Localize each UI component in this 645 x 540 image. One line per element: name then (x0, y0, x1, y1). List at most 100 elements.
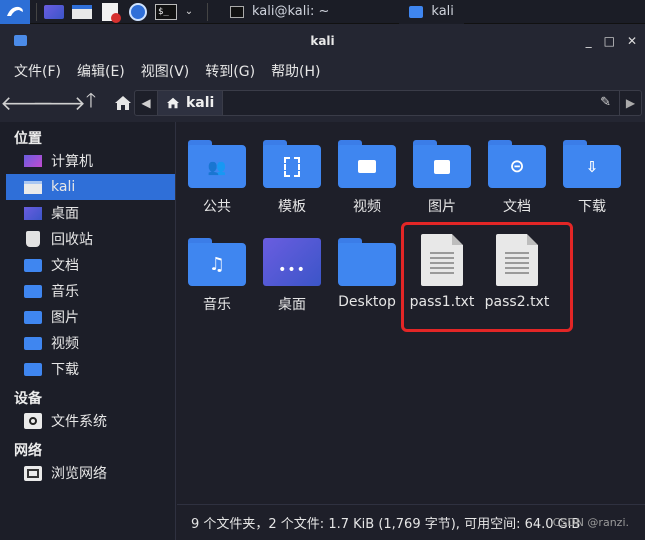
terminal-launcher-icon[interactable]: $_ (155, 3, 177, 21)
forward-button[interactable]: 🡒 (32, 90, 86, 116)
documents-icon (24, 258, 42, 272)
menu-view[interactable]: 视图(V) (141, 61, 190, 81)
menu-file[interactable]: 文件(F) (14, 61, 61, 81)
home-button[interactable] (110, 90, 136, 116)
menu-bar: 文件(F) 编辑(E) 视图(V) 转到(G) 帮助(H) (0, 58, 645, 84)
folder-icon (409, 5, 424, 18)
file-item-downloads[interactable]: ⇩ 下载 (557, 140, 627, 216)
trash-icon (24, 231, 42, 247)
sidebar-item-label: 视频 (51, 336, 79, 352)
terminal-icon (230, 5, 244, 18)
file-item-desktop-folder[interactable]: Desktop (332, 238, 402, 310)
path-bar: ◀ kali ✎ ▶ (134, 90, 642, 116)
pictures-icon (24, 310, 42, 324)
menu-edit[interactable]: 编辑(E) (77, 61, 125, 81)
text-editor-launcher-icon[interactable] (99, 2, 121, 23)
folder-public-icon: 👥 (188, 140, 246, 188)
folder-pictures-icon (413, 140, 471, 188)
path-scroll-left-icon[interactable]: ◀ (135, 96, 157, 110)
taskbar: $_ ⌄ kali@kali: ~ kali (0, 0, 645, 24)
web-browser-launcher-icon[interactable] (127, 2, 149, 21)
sidebar-item-label: 回收站 (51, 232, 93, 248)
minimize-button[interactable]: _ (586, 34, 592, 48)
window-title: kali (310, 34, 335, 48)
path-scroll-right-icon[interactable]: ▶ (619, 91, 641, 115)
window-titlebar[interactable]: kali _ □ ✕ (0, 24, 645, 58)
taskbar-separator (36, 2, 37, 21)
music-icon (24, 284, 42, 298)
launcher-dropdown-chevron-icon[interactable]: ⌄ (183, 3, 195, 21)
sidebar-item-label: 浏览网络 (51, 466, 107, 482)
sidebar-item-label: 文档 (51, 258, 79, 274)
file-item-label: 文档 (503, 199, 531, 215)
file-manager-launcher-icon[interactable] (71, 3, 93, 21)
folder-documents-icon: ⊝ (488, 140, 546, 188)
file-item-label: 下载 (578, 199, 606, 215)
desktop-icon (24, 206, 42, 220)
sidebar-item-desktop[interactable]: 桌面 (0, 200, 175, 226)
sidebar-item-label: 音乐 (51, 284, 79, 300)
folder-icon (338, 238, 396, 286)
taskbar-separator (207, 2, 208, 21)
close-button[interactable]: ✕ (627, 34, 637, 48)
sidebar-item-documents[interactable]: 文档 (0, 252, 175, 278)
arrow-up-icon: 🡑 (85, 88, 97, 112)
file-item-videos[interactable]: 视频 (332, 140, 402, 216)
breadcrumb-home[interactable]: kali (157, 91, 224, 115)
up-button[interactable]: 🡑 (78, 88, 104, 116)
sidebar-item-videos[interactable]: 视频 (0, 330, 175, 356)
sidebar-item-computer[interactable]: 计算机 (0, 148, 175, 174)
sidebar-item-music[interactable]: 音乐 (0, 278, 175, 304)
sidebar-item-pictures[interactable]: 图片 (0, 304, 175, 330)
file-item-label: 模板 (278, 199, 306, 215)
sidebar-item-filesystem[interactable]: 文件系统 (0, 408, 175, 434)
downloads-icon (24, 362, 42, 376)
sidebar: 位置 计算机 kali 桌面 回收站 文档 音乐 图片 视频 下载 设备 文件系… (0, 122, 176, 540)
file-view[interactable]: 👥 公共 模板 视频 图片 ⊝ 文档 ⇩ 下载 ♫ 音乐 ••• 桌面 Desk… (177, 122, 645, 504)
file-item-pictures[interactable]: 图片 (407, 140, 477, 216)
window-folder-icon (14, 35, 27, 46)
file-item-templates[interactable]: 模板 (257, 140, 327, 216)
folder-videos-icon (338, 140, 396, 188)
file-item-label: 音乐 (203, 297, 231, 313)
edit-path-pencil-icon[interactable]: ✎ (600, 95, 611, 110)
home-folder-icon (24, 180, 42, 194)
videos-icon (24, 336, 42, 350)
desktop-folder-icon: ••• (263, 238, 321, 286)
sidebar-item-trash[interactable]: 回收站 (0, 226, 175, 252)
drive-icon (24, 413, 42, 429)
sidebar-item-label: 桌面 (51, 206, 79, 222)
file-item-desktop[interactable]: ••• 桌面 (257, 238, 327, 314)
task-file-manager[interactable]: kali (399, 0, 464, 24)
computer-icon (24, 154, 42, 168)
sidebar-heading-places: 位置 (14, 131, 42, 147)
folder-downloads-icon: ⇩ (563, 140, 621, 188)
task-file-manager-label: kali (431, 4, 454, 19)
task-terminal-label: kali@kali: ~ (252, 4, 330, 19)
maximize-button[interactable]: □ (604, 34, 615, 48)
status-text: 9 个文件夹，2 个文件: 1.7 KiB (1,769 字节), 可用空间: … (191, 517, 581, 532)
file-item-label: 图片 (428, 199, 456, 215)
task-terminal[interactable]: kali@kali: ~ (220, 0, 339, 24)
sidebar-item-label: 计算机 (51, 154, 93, 170)
menu-help[interactable]: 帮助(H) (271, 61, 320, 81)
home-icon (167, 97, 179, 109)
folder-templates-icon (263, 140, 321, 188)
kali-dragon-icon (7, 6, 23, 16)
file-item-label: 桌面 (278, 297, 306, 313)
file-item-public[interactable]: 👥 公共 (182, 140, 252, 216)
file-item-documents[interactable]: ⊝ 文档 (482, 140, 552, 216)
sidebar-item-downloads[interactable]: 下载 (0, 356, 175, 382)
show-desktop-icon[interactable] (43, 3, 65, 21)
red-highlight-box (401, 222, 573, 332)
file-item-label: 视频 (353, 199, 381, 215)
sidebar-item-browse-network[interactable]: 浏览网络 (0, 460, 175, 486)
sidebar-heading-network: 网络 (14, 443, 42, 459)
kali-menu-button[interactable] (0, 0, 30, 24)
sidebar-item-label: kali (51, 179, 76, 195)
file-item-music[interactable]: ♫ 音乐 (182, 238, 252, 314)
sidebar-item-kali[interactable]: kali (6, 174, 175, 200)
sidebar-item-label: 下载 (51, 362, 79, 378)
menu-go[interactable]: 转到(G) (205, 61, 255, 81)
home-icon (115, 96, 131, 110)
